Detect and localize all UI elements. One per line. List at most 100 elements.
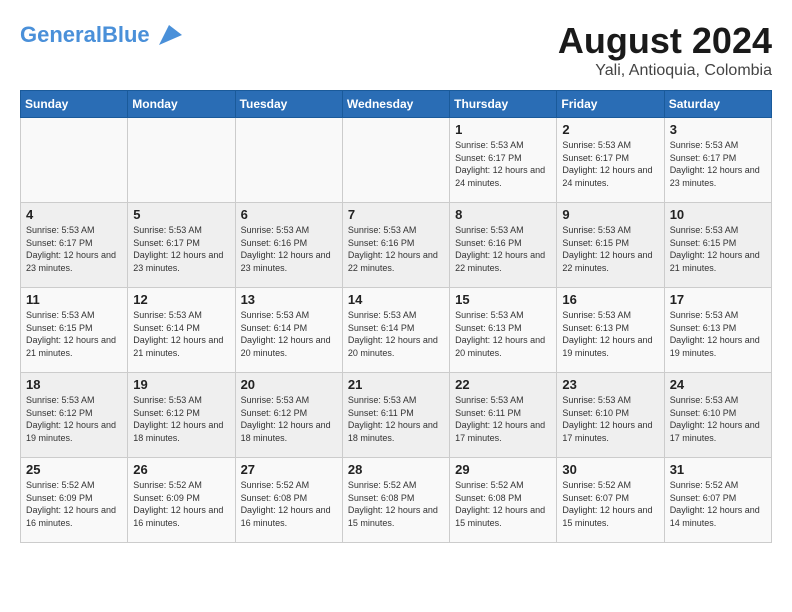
calendar-cell: 14 Sunrise: 5:53 AM Sunset: 6:14 PM Dayli… <box>342 288 449 373</box>
calendar-week-row: 1 Sunrise: 5:53 AM Sunset: 6:17 PM Daylig… <box>21 118 772 203</box>
calendar-cell <box>235 118 342 203</box>
weekday-header-saturday: Saturday <box>664 91 771 118</box>
day-number: 25 <box>26 462 122 477</box>
day-sun-info: Sunrise: 5:53 AM Sunset: 6:11 PM Dayligh… <box>455 394 551 444</box>
day-number: 7 <box>348 207 444 222</box>
day-number: 30 <box>562 462 658 477</box>
day-sun-info: Sunrise: 5:53 AM Sunset: 6:17 PM Dayligh… <box>670 139 766 189</box>
day-sun-info: Sunrise: 5:53 AM Sunset: 6:14 PM Dayligh… <box>348 309 444 359</box>
weekday-header-monday: Monday <box>128 91 235 118</box>
calendar-cell: 28Sunrise: 5:52 AM Sunset: 6:08 PM Dayli… <box>342 458 449 543</box>
weekday-header-friday: Friday <box>557 91 664 118</box>
day-sun-info: Sunrise: 5:52 AM Sunset: 6:09 PM Dayligh… <box>26 479 122 529</box>
day-number: 18 <box>26 377 122 392</box>
calendar-cell: 23Sunrise: 5:53 AM Sunset: 6:10 PM Dayli… <box>557 373 664 458</box>
day-number: 24 <box>670 377 766 392</box>
calendar-header: SundayMondayTuesdayWednesdayThursdayFrid… <box>21 91 772 118</box>
logo-blue: Blue <box>102 22 150 47</box>
calendar-cell: 9 Sunrise: 5:53 AM Sunset: 6:15 PM Daylig… <box>557 203 664 288</box>
day-sun-info: Sunrise: 5:53 AM Sunset: 6:13 PM Dayligh… <box>455 309 551 359</box>
day-sun-info: Sunrise: 5:53 AM Sunset: 6:16 PM Dayligh… <box>455 224 551 274</box>
calendar-cell: 22 Sunrise: 5:53 AM Sunset: 6:11 PM Dayli… <box>450 373 557 458</box>
calendar-cell: 2 Sunrise: 5:53 AM Sunset: 6:17 PM Daylig… <box>557 118 664 203</box>
day-number: 6 <box>241 207 337 222</box>
calendar-cell: 31 Sunrise: 5:52 AM Sunset: 6:07 PM Dayli… <box>664 458 771 543</box>
day-sun-info: Sunrise: 5:53 AM Sunset: 6:17 PM Dayligh… <box>562 139 658 189</box>
month-year-title: August 2024 <box>558 20 772 62</box>
page-header: GeneralBlue August 2024 Yali, Antioquia,… <box>20 20 772 80</box>
day-sun-info: Sunrise: 5:53 AM Sunset: 6:16 PM Dayligh… <box>241 224 337 274</box>
calendar-cell: 26Sunrise: 5:52 AM Sunset: 6:09 PM Dayli… <box>128 458 235 543</box>
calendar-cell: 30 Sunrise: 5:52 AM Sunset: 6:07 PM Dayli… <box>557 458 664 543</box>
day-sun-info: Sunrise: 5:52 AM Sunset: 6:08 PM Dayligh… <box>241 479 337 529</box>
calendar-cell: 8 Sunrise: 5:53 AM Sunset: 6:16 PM Daylig… <box>450 203 557 288</box>
calendar-cell: 4 Sunrise: 5:53 AM Sunset: 6:17 PM Daylig… <box>21 203 128 288</box>
weekday-header-sunday: Sunday <box>21 91 128 118</box>
day-number: 21 <box>348 377 444 392</box>
calendar-cell: 1Sunrise: 5:53 AM Sunset: 6:17 PM Daylig… <box>450 118 557 203</box>
logo-general: General <box>20 22 102 47</box>
day-sun-info: Sunrise: 5:53 AM Sunset: 6:10 PM Dayligh… <box>670 394 766 444</box>
day-sun-info: Sunrise: 5:53 AM Sunset: 6:12 PM Dayligh… <box>241 394 337 444</box>
day-number: 8 <box>455 207 551 222</box>
day-sun-info: Sunrise: 5:52 AM Sunset: 6:07 PM Dayligh… <box>670 479 766 529</box>
day-number: 19 <box>133 377 229 392</box>
calendar-cell: 29 Sunrise: 5:52 AM Sunset: 6:08 PM Dayli… <box>450 458 557 543</box>
calendar-week-row: 4 Sunrise: 5:53 AM Sunset: 6:17 PM Daylig… <box>21 203 772 288</box>
weekday-header-wednesday: Wednesday <box>342 91 449 118</box>
calendar-table: SundayMondayTuesdayWednesdayThursdayFrid… <box>20 90 772 543</box>
day-number: 29 <box>455 462 551 477</box>
calendar-week-row: 11 Sunrise: 5:53 AM Sunset: 6:15 PM Dayli… <box>21 288 772 373</box>
day-number: 9 <box>562 207 658 222</box>
calendar-cell: 6 Sunrise: 5:53 AM Sunset: 6:16 PM Daylig… <box>235 203 342 288</box>
weekday-header-tuesday: Tuesday <box>235 91 342 118</box>
day-number: 20 <box>241 377 337 392</box>
day-number: 10 <box>670 207 766 222</box>
title-block: August 2024 Yali, Antioquia, Colombia <box>558 20 772 80</box>
calendar-week-row: 25 Sunrise: 5:52 AM Sunset: 6:09 PM Dayli… <box>21 458 772 543</box>
logo-icon <box>154 20 184 50</box>
day-number: 22 <box>455 377 551 392</box>
calendar-cell: 16Sunrise: 5:53 AM Sunset: 6:13 PM Dayli… <box>557 288 664 373</box>
day-number: 5 <box>133 207 229 222</box>
day-number: 14 <box>348 292 444 307</box>
calendar-cell: 24 Sunrise: 5:53 AM Sunset: 6:10 PM Dayli… <box>664 373 771 458</box>
day-number: 2 <box>562 122 658 137</box>
calendar-cell <box>21 118 128 203</box>
location-subtitle: Yali, Antioquia, Colombia <box>558 62 772 80</box>
day-sun-info: Sunrise: 5:53 AM Sunset: 6:14 PM Dayligh… <box>241 309 337 359</box>
calendar-cell: 3Sunrise: 5:53 AM Sunset: 6:17 PM Daylig… <box>664 118 771 203</box>
day-number: 4 <box>26 207 122 222</box>
day-sun-info: Sunrise: 5:53 AM Sunset: 6:15 PM Dayligh… <box>26 309 122 359</box>
day-sun-info: Sunrise: 5:53 AM Sunset: 6:15 PM Dayligh… <box>670 224 766 274</box>
day-number: 15 <box>455 292 551 307</box>
day-number: 12 <box>133 292 229 307</box>
calendar-cell: 27 Sunrise: 5:52 AM Sunset: 6:08 PM Dayli… <box>235 458 342 543</box>
day-number: 23 <box>562 377 658 392</box>
day-sun-info: Sunrise: 5:53 AM Sunset: 6:16 PM Dayligh… <box>348 224 444 274</box>
calendar-cell: 25 Sunrise: 5:52 AM Sunset: 6:09 PM Dayli… <box>21 458 128 543</box>
day-sun-info: Sunrise: 5:53 AM Sunset: 6:17 PM Dayligh… <box>133 224 229 274</box>
day-sun-info: Sunrise: 5:53 AM Sunset: 6:17 PM Dayligh… <box>26 224 122 274</box>
day-number: 27 <box>241 462 337 477</box>
calendar-week-row: 18 Sunrise: 5:53 AM Sunset: 6:12 PM Dayli… <box>21 373 772 458</box>
day-number: 31 <box>670 462 766 477</box>
calendar-cell: 19 Sunrise: 5:53 AM Sunset: 6:12 PM Dayli… <box>128 373 235 458</box>
day-number: 11 <box>26 292 122 307</box>
day-number: 1 <box>455 122 551 137</box>
weekday-header-thursday: Thursday <box>450 91 557 118</box>
calendar-cell: 15 Sunrise: 5:53 AM Sunset: 6:13 PM Dayli… <box>450 288 557 373</box>
calendar-cell: 5 Sunrise: 5:53 AM Sunset: 6:17 PM Daylig… <box>128 203 235 288</box>
day-sun-info: Sunrise: 5:52 AM Sunset: 6:08 PM Dayligh… <box>348 479 444 529</box>
day-number: 17 <box>670 292 766 307</box>
day-number: 13 <box>241 292 337 307</box>
calendar-cell <box>128 118 235 203</box>
calendar-cell: 20 Sunrise: 5:53 AM Sunset: 6:12 PM Dayli… <box>235 373 342 458</box>
day-sun-info: Sunrise: 5:53 AM Sunset: 6:12 PM Dayligh… <box>133 394 229 444</box>
day-sun-info: Sunrise: 5:52 AM Sunset: 6:08 PM Dayligh… <box>455 479 551 529</box>
day-sun-info: Sunrise: 5:53 AM Sunset: 6:15 PM Dayligh… <box>562 224 658 274</box>
weekday-header-row: SundayMondayTuesdayWednesdayThursdayFrid… <box>21 91 772 118</box>
calendar-cell <box>342 118 449 203</box>
calendar-body: 1 Sunrise: 5:53 AM Sunset: 6:17 PM Daylig… <box>21 118 772 543</box>
day-sun-info: Sunrise: 5:52 AM Sunset: 6:07 PM Dayligh… <box>562 479 658 529</box>
